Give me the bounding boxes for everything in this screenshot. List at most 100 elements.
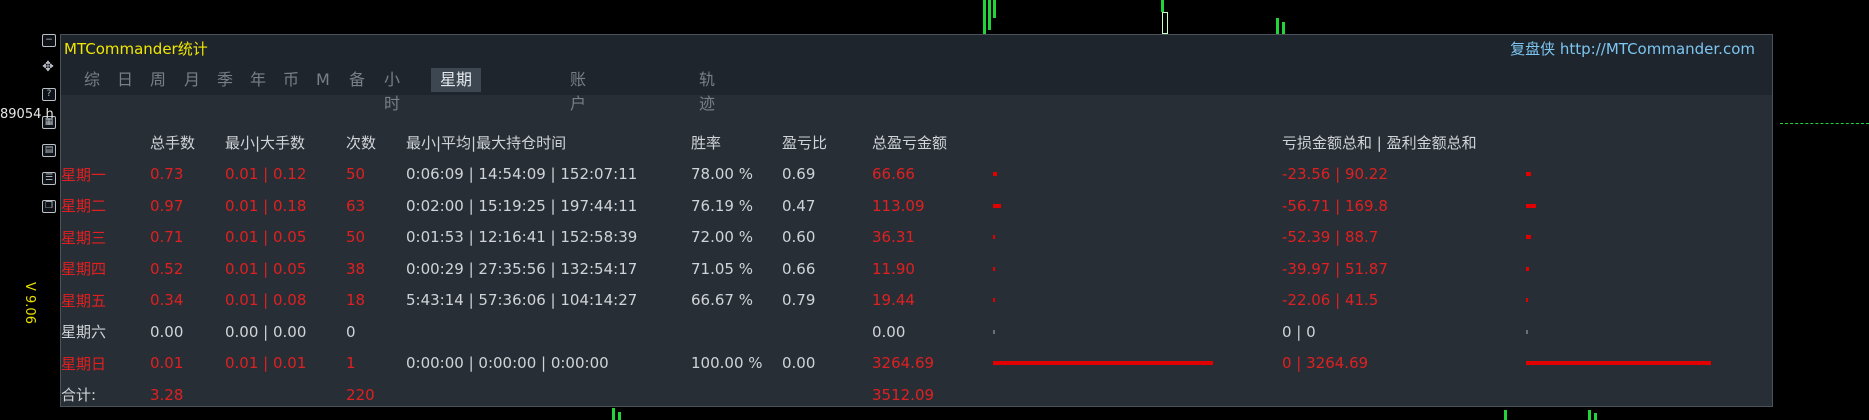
tab-8[interactable]: 备 [346, 68, 368, 92]
lots-cell: 0.97 [150, 196, 184, 215]
win-bar-cell [1526, 190, 1756, 222]
empty-cell [1282, 379, 1526, 411]
tab-2[interactable]: 周 [147, 68, 169, 92]
day-cell: 星期五 [61, 291, 107, 310]
column-header: 亏损金额总和 | 盈利金额总和 [1282, 134, 1477, 153]
tab-1[interactable]: 日 [114, 68, 136, 92]
list-icon[interactable]: ☰ [42, 172, 56, 185]
empty-cell [225, 379, 346, 411]
column-header: 总手数 [150, 134, 196, 153]
day-cell: 星期四 [61, 260, 107, 279]
table-row: 星期五 0.34 0.01 | 0.08 18 5:43:14 | 57:36:06 |… [61, 285, 1756, 317]
minmax-cell: 0.00 | 0.00 [225, 322, 307, 341]
win-bar-cell [1526, 253, 1756, 285]
pl-ratio-cell: 0.79 [782, 291, 816, 310]
total-bar-cell [993, 159, 1282, 191]
total-pl-bar [993, 361, 1213, 366]
tab-9[interactable]: 小时 [381, 68, 403, 113]
pl-ratio-cell: 0.47 [782, 196, 816, 215]
total-pl-cell: 66.66 [872, 165, 915, 184]
total-bar-cell [993, 253, 1282, 285]
hold-time-cell: 0:01:53 | 12:16:41 | 152:58:39 [406, 228, 638, 247]
minmax-cell: 0.01 | 0.05 [225, 259, 307, 278]
hold-time-cell: 0:00:00 | 0:00:00 | 0:00:00 [406, 354, 609, 373]
column-header [61, 127, 150, 159]
empty-cell [993, 379, 1282, 411]
tab-3[interactable]: 月 [181, 68, 203, 92]
win-sum-bar [1526, 266, 1529, 271]
total-pl-cell: 0.00 [872, 322, 906, 341]
help-icon[interactable]: ? [42, 88, 56, 101]
win-sum-bar [1526, 298, 1529, 303]
minmax-cell: 0.01 | 0.01 [225, 354, 307, 373]
total-row: 合计: 3.28 220 3512.09 [61, 379, 1756, 411]
left-toolbar: − ✥ ? ▦ ▤ ☰ ❐ [42, 34, 56, 228]
column-header: 最小|大手数 [225, 134, 306, 153]
total-pl-bar [993, 298, 995, 303]
tab-10[interactable]: 星期 [431, 68, 481, 92]
win-sum-bar [1526, 329, 1528, 334]
win-rate-cell: 76.19 % [691, 196, 753, 215]
tab-0[interactable]: 综 [81, 68, 103, 92]
column-header: 最小|平均|最大持仓时间 [406, 134, 567, 153]
website-link[interactable]: 复盘侠 http://MTCommander.com [1510, 38, 1755, 59]
column-header: 总盈亏金额 [872, 134, 948, 153]
win-rate-cell: 78.00 % [691, 165, 753, 184]
day-cell: 星期一 [61, 165, 107, 184]
loss-win-cell: -22.06 | 41.5 [1282, 291, 1379, 310]
column-header [1526, 127, 1756, 159]
loss-win-cell: -56.71 | 169.8 [1282, 196, 1388, 215]
win-rate-cell: 66.67 % [691, 291, 753, 310]
total-pl-bar [993, 329, 995, 334]
day-cell: 星期六 [61, 323, 107, 342]
stats-panel: MTCommander统计 复盘侠 http://MTCommander.com… [60, 34, 1773, 407]
hold-time-cell: 5:43:14 | 57:36:06 | 104:14:27 [406, 291, 638, 310]
win-bar-cell [1526, 159, 1756, 191]
day-cell: 星期二 [61, 197, 107, 216]
loss-win-cell: 0 | 0 [1282, 322, 1316, 341]
total-pl-cell: 36.31 [872, 228, 915, 247]
total-pl-bar [993, 172, 998, 177]
hold-time-cell: 0:00:29 | 27:35:56 | 132:54:17 [406, 259, 638, 278]
table-row: 星期二 0.97 0.01 | 0.18 63 0:02:00 | 15:19:25 |… [61, 190, 1756, 222]
hold-time-cell: 0:06:09 | 14:54:09 | 152:07:11 [406, 165, 638, 184]
empty-cell [406, 379, 691, 411]
pl-ratio-cell: 0.69 [782, 165, 816, 184]
empty-cell [782, 379, 872, 411]
count-cell: 0 [346, 322, 356, 341]
win-bar-cell [1526, 285, 1756, 317]
lots-cell: 0.01 [150, 354, 184, 373]
total-bar-cell [993, 285, 1282, 317]
tab-4[interactable]: 季 [214, 68, 236, 92]
panel-title: MTCommander统计 [64, 40, 208, 58]
hold-time-cell: 0:02:00 | 15:19:25 | 197:44:11 [406, 196, 638, 215]
tab-12[interactable]: 轨迹 [696, 68, 718, 113]
table-row: 星期六 0.00 0.00 | 0.00 0 0.00 0 | 0 [61, 316, 1756, 348]
count-cell: 50 [346, 228, 366, 247]
tab-6[interactable]: 币 [280, 68, 302, 92]
day-cell: 星期日 [61, 354, 107, 373]
move-icon[interactable]: ✥ [42, 60, 54, 74]
edge-text: 89054 h [0, 107, 54, 122]
day-cell: 星期三 [61, 228, 107, 247]
tab-5[interactable]: 年 [247, 68, 269, 92]
pl-ratio-cell: 0.60 [782, 228, 816, 247]
tab-11[interactable]: 账户 [567, 68, 589, 113]
table-row: 星期一 0.73 0.01 | 0.12 50 0:06:09 | 14:54:09 |… [61, 159, 1756, 191]
lots-cell: 0.71 [150, 228, 184, 247]
win-rate-cell: 72.00 % [691, 228, 753, 247]
column-header: 胜率 [691, 134, 722, 153]
empty-cell [1526, 379, 1756, 411]
minimize-icon[interactable]: − [42, 34, 56, 47]
tab-7[interactable]: M [313, 68, 333, 92]
table-icon[interactable]: ▤ [42, 144, 56, 157]
count-cell: 18 [346, 291, 366, 310]
lots-cell: 0.52 [150, 259, 184, 278]
count-cell: 38 [346, 259, 366, 278]
win-rate-cell [691, 316, 782, 348]
total-pl-cell: 11.90 [872, 259, 915, 278]
window-icon[interactable]: ❐ [42, 200, 56, 213]
total-bar-cell [993, 190, 1282, 222]
hold-time-cell [406, 316, 691, 348]
total-pl-cell: 113.09 [872, 196, 925, 215]
